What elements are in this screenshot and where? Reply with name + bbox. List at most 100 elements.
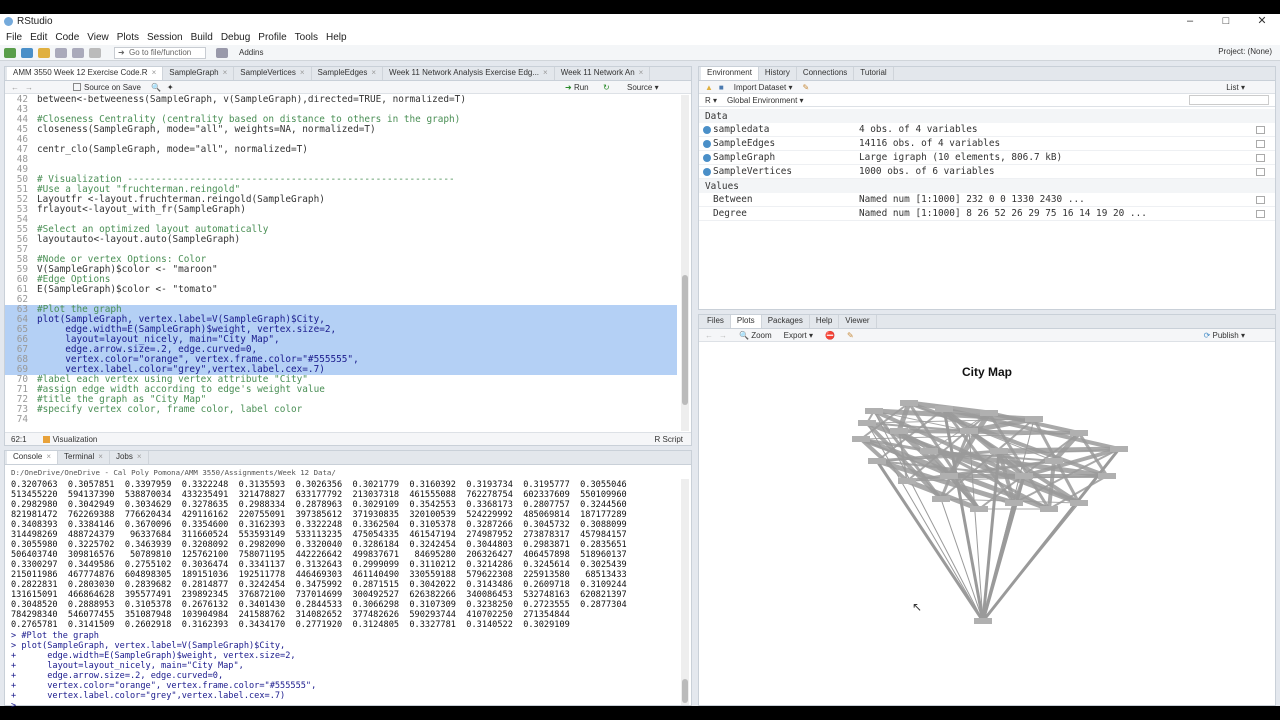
source-on-save-checkbox[interactable] — [73, 83, 81, 91]
view-mode-selector[interactable]: List ▾ — [1226, 83, 1245, 92]
env-row[interactable]: Between Named num [1:1000] 232 0 0 1330 2… — [699, 193, 1275, 207]
tab-1[interactable]: SampleGraph × — [163, 67, 235, 80]
menu-session[interactable]: Session — [143, 32, 187, 43]
close-tab-icon[interactable]: × — [98, 452, 103, 461]
tab-2[interactable]: Packages — [762, 315, 810, 328]
environment-selector[interactable]: Global Environment ▾ — [727, 96, 804, 105]
save-workspace-icon[interactable]: ■ — [719, 83, 724, 92]
tab-5[interactable]: Week 11 Network An × — [555, 67, 651, 80]
console-line: 506403740 309816576 50789810 125762100 7… — [11, 550, 627, 560]
close-tab-icon[interactable]: × — [223, 68, 228, 77]
go-to-file-input[interactable]: ➜ Go to file/function — [114, 46, 206, 59]
tab-0[interactable]: Files — [701, 315, 731, 328]
tab-0[interactable]: Environment — [701, 67, 759, 80]
remove-plot-icon[interactable]: ⛔ — [825, 331, 835, 340]
tab-4[interactable]: Viewer — [839, 315, 877, 328]
expand-icon[interactable] — [703, 154, 711, 162]
close-tab-icon[interactable]: × — [46, 452, 51, 461]
tab-2[interactable]: Connections — [797, 67, 855, 80]
open-file-icon[interactable] — [38, 47, 50, 58]
close-window-button[interactable]: ✕ — [1244, 14, 1280, 29]
expand-icon[interactable] — [703, 140, 711, 148]
menu-profile[interactable]: Profile — [254, 32, 290, 43]
editor-scroll-thumb[interactable] — [682, 275, 688, 405]
maximize-button[interactable]: □ — [1208, 14, 1244, 29]
import-dataset-button[interactable]: Import Dataset ▾ — [734, 83, 793, 92]
menu-build[interactable]: Build — [187, 32, 217, 43]
language-selector[interactable]: R ▾ — [705, 96, 717, 105]
tab-3[interactable]: Tutorial — [854, 67, 894, 80]
env-row[interactable]: Degree Named num [1:1000] 8 26 52 26 29 7… — [699, 207, 1275, 221]
graph-vertex-label — [940, 473, 958, 479]
clear-plots-broom-icon[interactable]: ✎ — [847, 331, 854, 340]
view-data-icon[interactable] — [1256, 140, 1265, 148]
view-data-icon[interactable] — [1256, 126, 1265, 134]
menu-plots[interactable]: Plots — [113, 32, 143, 43]
minimize-button[interactable]: – — [1172, 14, 1208, 29]
forward-arrow-icon[interactable]: → — [25, 83, 33, 92]
next-plot-icon[interactable]: → — [719, 331, 727, 340]
load-workspace-icon[interactable]: ▲ — [705, 83, 713, 92]
close-tab-icon[interactable]: × — [137, 452, 142, 461]
view-data-icon[interactable] — [1256, 210, 1265, 218]
new-file-icon[interactable] — [4, 47, 16, 58]
tab-0[interactable]: Console × — [7, 451, 59, 464]
tab-3[interactable]: SampleEdges × — [312, 67, 384, 80]
code-editor[interactable]: 42 between<-betweeness(SampleGraph, v(Sam… — [5, 95, 677, 431]
print-icon[interactable] — [89, 47, 101, 58]
zoom-button[interactable]: 🔍 Zoom — [739, 331, 772, 340]
search-icon[interactable]: 🔍 — [151, 83, 161, 92]
save-icon[interactable] — [55, 47, 67, 58]
publish-button[interactable]: ⟳ Publish ▾ — [1204, 331, 1245, 340]
tab-0[interactable]: AMM 3550 Week 12 Exercise Code.R × — [7, 67, 164, 80]
console-input[interactable]: > #Plot the graph > plot(SampleGraph, ver… — [11, 631, 316, 711]
tab-1[interactable]: History — [759, 67, 797, 80]
console-scroll-thumb[interactable] — [682, 679, 688, 703]
env-row[interactable]: SampleEdges 14116 obs. of 4 variables — [699, 137, 1275, 151]
view-data-icon[interactable] — [1256, 168, 1265, 176]
prev-plot-icon[interactable]: ← — [705, 331, 713, 340]
menu-file[interactable]: File — [2, 32, 26, 43]
project-menu[interactable]: Project: (None) — [1218, 47, 1272, 56]
wand-icon[interactable]: ✦ — [167, 83, 174, 92]
env-row[interactable]: SampleVertices 1000 obs. of 6 variables — [699, 165, 1275, 179]
tab-1[interactable]: Plots — [730, 315, 762, 328]
view-data-icon[interactable] — [1256, 196, 1265, 204]
expand-icon[interactable] — [703, 168, 711, 176]
menu-code[interactable]: Code — [51, 32, 83, 43]
environment-search-input[interactable] — [1189, 95, 1269, 105]
save-all-icon[interactable] — [72, 47, 84, 58]
editor-scrollbar[interactable] — [681, 95, 689, 431]
tab-2[interactable]: Jobs × — [110, 451, 149, 464]
addins-menu[interactable]: Addins — [239, 48, 263, 57]
grid-layout-icon[interactable] — [216, 47, 228, 58]
view-data-icon[interactable] — [1256, 154, 1265, 162]
rerun-icon[interactable]: ↻ — [603, 83, 610, 92]
back-arrow-icon[interactable]: ← — [11, 83, 19, 92]
tab-3[interactable]: Help — [810, 315, 840, 328]
menu-tools[interactable]: Tools — [291, 32, 322, 43]
export-button[interactable]: Export ▾ — [784, 331, 813, 340]
file-type-selector[interactable]: R Script — [655, 435, 683, 444]
source-button[interactable]: Source ▾ — [627, 83, 659, 92]
env-row[interactable]: SampleGraph Large igraph (10 elements, 80… — [699, 151, 1275, 165]
close-tab-icon[interactable]: × — [543, 68, 548, 77]
broom-icon[interactable]: ✎ — [802, 83, 809, 92]
env-row[interactable]: sampledata 4 obs. of 4 variables — [699, 123, 1275, 137]
run-button[interactable]: ➜ Run — [565, 83, 589, 92]
tab-2[interactable]: SampleVertices × — [234, 67, 312, 80]
close-tab-icon[interactable]: × — [152, 68, 157, 77]
section-selector[interactable]: Visualization — [53, 435, 98, 444]
expand-icon[interactable] — [703, 126, 711, 134]
close-tab-icon[interactable]: × — [639, 68, 644, 77]
close-tab-icon[interactable]: × — [371, 68, 376, 77]
tab-4[interactable]: Week 11 Network Analysis Exercise Edg...… — [383, 67, 555, 80]
menu-help[interactable]: Help — [322, 32, 351, 43]
close-tab-icon[interactable]: × — [300, 68, 305, 77]
new-project-icon[interactable] — [21, 47, 33, 58]
menu-edit[interactable]: Edit — [26, 32, 51, 43]
menu-view[interactable]: View — [83, 32, 113, 43]
tab-1[interactable]: Terminal × — [58, 451, 110, 464]
menu-debug[interactable]: Debug — [217, 32, 254, 43]
console-scrollbar[interactable] — [681, 479, 689, 705]
